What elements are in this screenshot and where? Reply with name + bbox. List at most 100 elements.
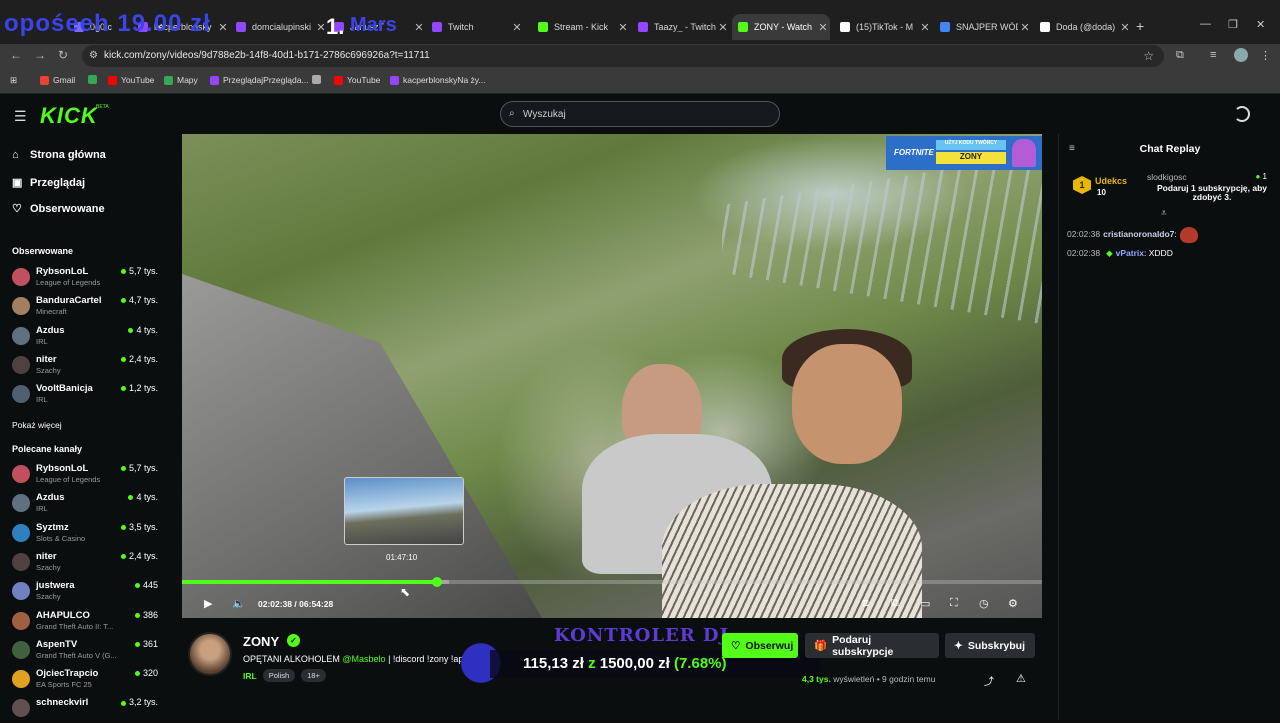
sidebar-channel[interactable]: justwera Szachy 445 (12, 580, 162, 606)
close-tab-icon[interactable]: ✕ (1118, 21, 1132, 34)
video-player[interactable]: FORTNITE UŻYJ KODU TWÓRCY ZONY (182, 134, 1042, 618)
browser-tab[interactable]: Doda (@doda) ✕ (1034, 14, 1132, 40)
streamer-name[interactable]: ZONY (243, 634, 279, 649)
video-time: 02:02:38 / 06:54:28 (258, 599, 333, 609)
bookmark-item[interactable]: PrzeglądajPrzegląda... (210, 75, 309, 85)
sidebar-channel[interactable]: BanduraCartel Minecraft 4,7 tys. (12, 295, 162, 321)
sidebar-channel[interactable]: niter Szachy 2,4 tys. (12, 551, 162, 577)
gift-subscriptions-button[interactable]: 🎁 Podaruj subskrypcje (805, 633, 939, 658)
streamer-avatar[interactable] (188, 632, 232, 676)
sidebar-channel[interactable]: RybsonLoL League of Legends 5,7 tys. (12, 266, 162, 292)
top-gifter-name[interactable]: Udekcs (1095, 176, 1127, 186)
follow-button[interactable]: ♡ Obserwuj (722, 633, 798, 658)
sidebar-channel[interactable]: AspenTV Grand Theft Auto V (G... 361 (12, 639, 162, 665)
restore-icon[interactable]: ❐ (1228, 18, 1238, 31)
browser-tab[interactable]: (15)TikTok - M ✕ (834, 14, 932, 40)
browser-tab[interactable]: ZONY - Watch ✕ (732, 14, 830, 40)
report-icon[interactable]: ⚠ (1016, 672, 1026, 685)
channel-name: AspenTV (36, 638, 78, 650)
site-info-icon[interactable]: ⚙ (89, 50, 98, 61)
live-dot-icon (128, 495, 134, 501)
search-box[interactable]: ⌕ (500, 101, 780, 127)
channel-category: Grand Theft Auto II: T... (36, 621, 114, 631)
sidebar-channel[interactable]: AHAPULCO Grand Theft Auto II: T... 386 (12, 610, 162, 636)
bookmark-item[interactable] (312, 75, 325, 84)
close-tab-icon[interactable]: ✕ (816, 21, 830, 34)
new-tab-button[interactable]: + (1136, 18, 1144, 34)
back-icon[interactable]: ← (10, 48, 22, 62)
theater-mode-icon[interactable]: ▭ (920, 597, 930, 610)
bookmark-item[interactable]: YouTube (334, 75, 380, 85)
kick-logo[interactable]: KICK (40, 103, 98, 129)
bookmark-item[interactable]: YouTube (108, 75, 154, 85)
sidebar-channel[interactable]: Azdus IRL 4 tys. (12, 492, 162, 518)
search-input[interactable] (523, 106, 763, 122)
sidebar-channel[interactable]: Azdus IRL 4 tys. (12, 325, 162, 351)
stream-tag[interactable]: Polish (262, 669, 296, 682)
reload-icon[interactable]: ↻ (58, 48, 68, 62)
stream-title-mention[interactable]: @Masbelo (342, 654, 385, 664)
play-icon[interactable]: ▶ (204, 597, 212, 610)
chat-message: 02:02:38 ◆ vPatrix: XDDD (1067, 248, 1173, 259)
profile-avatar[interactable] (1234, 48, 1248, 62)
close-tab-icon[interactable]: ✕ (1018, 21, 1032, 34)
nav-browse[interactable]: ▣ Przeglądaj (12, 176, 85, 190)
sidebar-channel[interactable]: VooltBanicja IRL 1,2 tys. (12, 383, 162, 409)
bookmark-item[interactable] (88, 75, 101, 84)
nav-following[interactable]: ♡ Obserwowane (12, 202, 105, 216)
sidebar-channel[interactable]: schneckvirl 3,2 tys. (12, 697, 162, 723)
close-tab-icon[interactable]: ✕ (918, 21, 932, 34)
user-menu-avatar[interactable] (1234, 106, 1250, 122)
browser-tab[interactable]: Stream - Kick ✕ (532, 14, 630, 40)
channel-category: League of Legends (36, 278, 101, 287)
nav-home[interactable]: ⌂ Strona główna (12, 149, 106, 161)
sidebar-channel[interactable]: RybsonLoL League of Legends 5,7 tys. (12, 463, 162, 489)
expand-leaderboard-icon[interactable]: ⩡ (1161, 208, 1167, 219)
close-tab-icon[interactable]: ✕ (716, 21, 730, 34)
close-tab-icon[interactable]: ✕ (216, 21, 230, 34)
chat-separator: : (1174, 229, 1177, 240)
settings-gear-icon[interactable]: ⚙ (1008, 597, 1018, 610)
browser-tab[interactable]: SNAJPER WÓD ✕ (934, 14, 1032, 40)
minimize-icon[interactable]: — (1200, 18, 1211, 30)
tab-favicon-icon (432, 22, 442, 32)
playback-speed-icon[interactable]: ◷ (979, 597, 989, 610)
browser-tab[interactable]: Taazy_ - Twitch ✕ (632, 14, 730, 40)
sidebar-channel[interactable]: niter Szachy 2,4 tys. (12, 354, 162, 380)
miniplayer-icon[interactable]: ⧉ (891, 597, 899, 610)
chat-username[interactable]: vPatrix (1116, 248, 1144, 258)
close-tab-icon[interactable]: ✕ (616, 21, 630, 34)
volume-icon[interactable]: 🔈 (232, 597, 246, 610)
hamburger-menu-icon[interactable]: ☰ (14, 108, 27, 125)
sidebar-channel[interactable]: OjciecTrapcio EA Sports FC 25 320 (12, 668, 162, 694)
url-field[interactable]: ⚙ kick.com/zony/videos/9d788e2b-14f8-40d… (82, 45, 1164, 67)
bookmark-item[interactable]: kacperblonskyNa ży... (390, 75, 486, 85)
stream-category[interactable]: IRL (243, 671, 257, 681)
channel-name: Syztmz (36, 521, 69, 533)
forward-icon[interactable]: → (34, 48, 46, 62)
channel-category: Szachy (36, 562, 61, 572)
fullscreen-icon[interactable]: ⛶ (950, 597, 958, 610)
bookmark-item[interactable]: Gmail (40, 75, 75, 85)
clip-icon[interactable]: ⧈ (862, 597, 869, 610)
gifter-name[interactable]: slodkigosc (1147, 172, 1187, 182)
chat-panel: ≡ Chat Replay 1 Udekcs 10 slodkigosc ● 1… (1058, 134, 1280, 720)
apps-icon[interactable]: ⊞ (10, 75, 17, 86)
show-more-link[interactable]: Pokaż więcej (12, 420, 62, 430)
stream-tag[interactable]: 18+ (301, 669, 326, 682)
chat-username[interactable]: cristianoronaldo7 (1103, 229, 1174, 239)
subscribe-button[interactable]: ✦ Subskrybuj (945, 633, 1035, 658)
close-tab-icon[interactable]: ✕ (510, 21, 524, 34)
browser-tab[interactable]: domcialupinski ✕ (230, 14, 328, 40)
menu-dots-icon[interactable]: ⋮ (1260, 49, 1271, 62)
video-progress-bar[interactable] (182, 577, 1042, 587)
close-window-icon[interactable]: ✕ (1256, 18, 1265, 31)
media-icon[interactable]: ≡ (1210, 49, 1216, 61)
browser-tab[interactable]: Twitch ✕ (426, 14, 524, 40)
share-icon[interactable]: ⤴ (984, 673, 994, 688)
close-tab-icon[interactable]: ✕ (412, 21, 426, 34)
sidebar-channel[interactable]: Syztmz Slots & Casino 3,5 tys. (12, 522, 162, 548)
bookmark-item[interactable]: Mapy (164, 75, 198, 85)
extensions-icon[interactable]: ⧉ (1176, 49, 1184, 62)
bookmark-star-icon[interactable]: ☆ (1143, 49, 1154, 63)
